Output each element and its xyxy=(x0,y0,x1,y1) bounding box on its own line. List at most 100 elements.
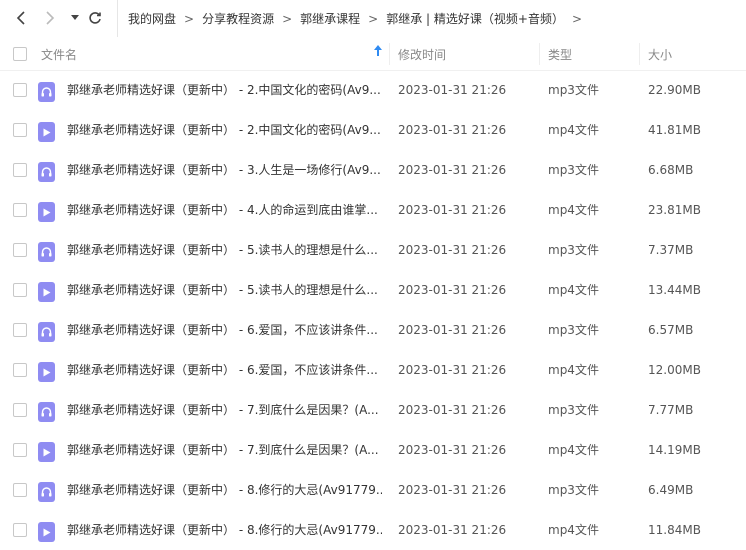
video-file-icon xyxy=(38,122,55,142)
file-size: 6.57MB xyxy=(648,323,694,337)
file-name[interactable]: 郭继承老师精选好课（更新中） - 6.爱国，不应该讲条件... xyxy=(67,310,382,350)
file-size: 7.77MB xyxy=(648,403,694,417)
file-size: 7.37MB xyxy=(648,243,694,257)
file-name[interactable]: 郭继承老师精选好课（更新中） - 5.读书人的理想是什么... xyxy=(67,270,382,310)
file-type: mp3文件 xyxy=(548,403,599,417)
file-type: mp4文件 xyxy=(548,203,599,217)
file-row[interactable]: 郭继承老师精选好课（更新中） - 7.到底什么是因果？(A... 2023-01-… xyxy=(0,430,746,470)
breadcrumb-item-current-folder[interactable]: 郭继承 | 精选好课（视频+音频） xyxy=(386,10,564,27)
file-name[interactable]: 郭继承老师精选好课（更新中） - 7.到底什么是因果？(A... xyxy=(67,390,382,430)
sort-ascending-icon[interactable] xyxy=(374,45,382,59)
chevron-left-icon xyxy=(16,11,25,25)
file-size: 22.90MB xyxy=(648,83,701,97)
column-header-name[interactable]: 文件名 xyxy=(41,46,77,63)
breadcrumb-separator: > xyxy=(184,11,195,26)
file-type: mp3文件 xyxy=(548,483,599,497)
file-row[interactable]: 郭继承老师精选好课（更新中） - 2.中国文化的密码(Av9... 2023-01… xyxy=(0,110,746,150)
file-type: mp4文件 xyxy=(548,523,599,537)
file-type: mp4文件 xyxy=(548,443,599,457)
file-row[interactable]: 郭继承老师精选好课（更新中） - 3.人生是一场修行(Av9... 2023-01… xyxy=(0,150,746,190)
file-modified-time: 2023-01-31 21:26 xyxy=(398,443,507,457)
file-size: 12.00MB xyxy=(648,363,701,377)
file-modified-time: 2023-01-31 21:26 xyxy=(398,323,507,337)
file-name[interactable]: 郭继承老师精选好课（更新中） - 6.爱国，不应该讲条件... xyxy=(67,350,382,390)
file-modified-time: 2023-01-31 21:26 xyxy=(398,83,507,97)
file-type: mp4文件 xyxy=(548,363,599,377)
file-type: mp3文件 xyxy=(548,323,599,337)
file-modified-time: 2023-01-31 21:26 xyxy=(398,163,507,177)
video-file-icon xyxy=(38,282,55,302)
row-checkbox[interactable] xyxy=(13,203,27,217)
history-dropdown-button[interactable] xyxy=(69,12,81,24)
file-row[interactable]: 郭继承老师精选好课（更新中） - 5.读书人的理想是什么... 2023-01-3… xyxy=(0,270,746,310)
file-type: mp3文件 xyxy=(548,163,599,177)
file-name[interactable]: 郭继承老师精选好课（更新中） - 2.中国文化的密码(Av9... xyxy=(67,70,382,110)
breadcrumb-separator: > xyxy=(368,11,379,26)
column-header-modified-time[interactable]: 修改时间 xyxy=(398,46,446,63)
file-modified-time: 2023-01-31 21:26 xyxy=(398,483,507,497)
column-divider[interactable] xyxy=(639,43,640,65)
breadcrumb-item-my-drive[interactable]: 我的网盘 xyxy=(128,10,176,27)
column-header-size[interactable]: 大小 xyxy=(648,46,672,63)
file-name[interactable]: 郭继承老师精选好课（更新中） - 3.人生是一场修行(Av9... xyxy=(67,150,382,190)
file-row[interactable]: 郭继承老师精选好课（更新中） - 8.修行的大忌(Av91779... 2023-… xyxy=(0,510,746,550)
breadcrumb-item-shared-resources[interactable]: 分享教程资源 xyxy=(202,10,274,27)
file-row[interactable]: 郭继承老师精选好课（更新中） - 5.读书人的理想是什么... 2023-01-3… xyxy=(0,230,746,270)
file-modified-time: 2023-01-31 21:26 xyxy=(398,123,507,137)
file-size: 6.68MB xyxy=(648,163,694,177)
row-checkbox[interactable] xyxy=(13,163,27,177)
forward-button[interactable] xyxy=(42,10,58,26)
file-name[interactable]: 郭继承老师精选好课（更新中） - 8.修行的大忌(Av91779... xyxy=(67,470,382,510)
row-checkbox[interactable] xyxy=(13,243,27,257)
file-name[interactable]: 郭继承老师精选好课（更新中） - 5.读书人的理想是什么... xyxy=(67,230,382,270)
breadcrumb-item-course-folder[interactable]: 郭继承课程 xyxy=(300,10,360,27)
file-modified-time: 2023-01-31 21:26 xyxy=(398,243,507,257)
file-type: mp4文件 xyxy=(548,283,599,297)
row-checkbox[interactable] xyxy=(13,123,27,137)
row-checkbox[interactable] xyxy=(13,483,27,497)
file-size: 13.44MB xyxy=(648,283,701,297)
breadcrumb-separator: > xyxy=(571,11,583,26)
file-name[interactable]: 郭继承老师精选好课（更新中） - 4.人的命运到底由谁掌... xyxy=(67,190,382,230)
audio-file-icon xyxy=(38,322,55,342)
row-checkbox[interactable] xyxy=(13,283,27,297)
row-checkbox[interactable] xyxy=(13,523,27,537)
caret-down-icon xyxy=(71,15,79,20)
file-row[interactable]: 郭继承老师精选好课（更新中） - 6.爱国，不应该讲条件... 2023-01-3… xyxy=(0,310,746,350)
file-modified-time: 2023-01-31 21:26 xyxy=(398,203,507,217)
file-name[interactable]: 郭继承老师精选好课（更新中） - 7.到底什么是因果？(A... xyxy=(67,430,382,470)
file-modified-time: 2023-01-31 21:26 xyxy=(398,403,507,417)
refresh-icon xyxy=(89,12,101,24)
chevron-right-icon xyxy=(46,11,55,25)
file-size: 14.19MB xyxy=(648,443,701,457)
file-modified-time: 2023-01-31 21:26 xyxy=(398,283,507,297)
row-checkbox[interactable] xyxy=(13,443,27,457)
file-row[interactable]: 郭继承老师精选好课（更新中） - 6.爱国，不应该讲条件... 2023-01-3… xyxy=(0,350,746,390)
file-type: mp4文件 xyxy=(548,123,599,137)
breadcrumb: 我的网盘 > 分享教程资源 > 郭继承课程 > 郭继承 | 精选好课（视频+音频… xyxy=(117,0,590,37)
file-name[interactable]: 郭继承老师精选好课（更新中） - 2.中国文化的密码(Av9... xyxy=(67,110,382,150)
row-checkbox[interactable] xyxy=(13,363,27,377)
audio-file-icon xyxy=(38,82,55,102)
refresh-button[interactable] xyxy=(87,10,103,26)
row-checkbox[interactable] xyxy=(13,323,27,337)
file-row[interactable]: 郭继承老师精选好课（更新中） - 4.人的命运到底由谁掌... 2023-01-3… xyxy=(0,190,746,230)
file-row[interactable]: 郭继承老师精选好课（更新中） - 7.到底什么是因果？(A... 2023-01-… xyxy=(0,390,746,430)
file-name[interactable]: 郭继承老师精选好课（更新中） - 8.修行的大忌(Av91779... xyxy=(67,510,382,550)
file-row[interactable]: 郭继承老师精选好课（更新中） - 8.修行的大忌(Av91779... 2023-… xyxy=(0,470,746,510)
video-file-icon xyxy=(38,522,55,542)
back-button[interactable] xyxy=(13,10,29,26)
file-list-header: 文件名 修改时间 类型 大小 xyxy=(0,37,746,71)
row-checkbox[interactable] xyxy=(13,403,27,417)
row-checkbox[interactable] xyxy=(13,83,27,97)
column-divider[interactable] xyxy=(389,43,390,65)
navigation-toolbar: 我的网盘 > 分享教程资源 > 郭继承课程 > 郭继承 | 精选好课（视频+音频… xyxy=(0,0,746,37)
column-divider[interactable] xyxy=(539,43,540,65)
file-size: 41.81MB xyxy=(648,123,701,137)
file-row[interactable]: 郭继承老师精选好课（更新中） - 2.中国文化的密码(Av9... 2023-01… xyxy=(0,70,746,110)
select-all-checkbox[interactable] xyxy=(13,47,27,61)
column-header-type[interactable]: 类型 xyxy=(548,46,572,63)
video-file-icon xyxy=(38,362,55,382)
video-file-icon xyxy=(38,442,55,462)
file-size: 6.49MB xyxy=(648,483,694,497)
